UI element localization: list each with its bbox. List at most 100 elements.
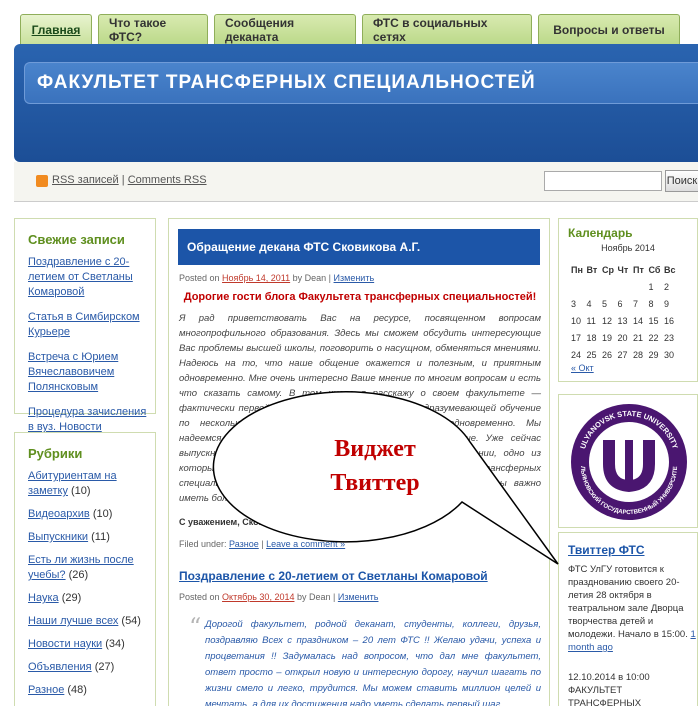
- calendar-week: 3456789: [571, 295, 680, 312]
- calendar-day: 11: [586, 315, 596, 326]
- search-button[interactable]: Поиск: [665, 170, 698, 192]
- post-date-link[interactable]: Ноябрь 14, 2011: [222, 273, 290, 283]
- recent-post-link[interactable]: Статья в Симбирском Курьере: [28, 310, 155, 340]
- categories-widget: Рубрики Абитуриентам на заметку (10) Виде…: [14, 432, 156, 706]
- calendar-weekdays: Пн Вт Ср Чт Пт Сб Вс: [571, 261, 680, 278]
- post-title-box: Обращение декана ФТС Сковикова А.Г.: [178, 229, 540, 265]
- calendar-week: 10 11 12 13 14 15 16: [571, 312, 680, 329]
- top-nav: Главная Что такое ФТС? Сообщения деканат…: [20, 14, 680, 44]
- site-header: ФАКУЛЬТЕТ ТРАНСФЕРНЫХ СПЕЦИАЛЬНОСТЕЙ: [14, 44, 698, 162]
- category-count: (34): [105, 638, 125, 650]
- tab-home[interactable]: Главная: [20, 14, 92, 44]
- tab-faq[interactable]: Вопросы и ответы: [538, 14, 680, 44]
- category-count: (54): [121, 615, 141, 627]
- calendar-day: 16: [664, 315, 675, 326]
- weekday-label: Чт: [617, 264, 629, 275]
- tweet: 12.10.2014 в 10:00 ФАКУЛЬТЕТ ТРАНСФЕРНЫХ: [568, 672, 650, 706]
- tweet-text: ФТС УлГУ готовится к празднованию своего…: [568, 564, 688, 640]
- categories-list: Абитуриентам на заметку (10) Видеоархив (…: [15, 461, 155, 706]
- category-link[interactable]: Объявления: [28, 661, 92, 673]
- category-count: (10): [92, 508, 113, 520]
- category-link[interactable]: Разное: [28, 684, 64, 696]
- category-item: Наши лучше всех (54): [28, 614, 155, 629]
- calendar-grid: Пн Вт Ср Чт Пт Сб Вс 1 2 3 4 5 6 7 8 9 10 11 12 13 14 15 16 17 1…: [571, 261, 680, 363]
- categories-title: Рубрики: [28, 446, 83, 461]
- category-link[interactable]: Разное: [229, 539, 259, 549]
- weekday-label: Ср: [602, 264, 614, 275]
- calendar-day: 13: [617, 315, 628, 326]
- calendar-day: 27: [617, 349, 628, 360]
- rss-bar: RSS записей | Comments RSS Поиск: [14, 162, 698, 202]
- post2-title[interactable]: Поздравление с 20-летием от Светланы Ком…: [179, 569, 488, 583]
- weekday-label: Вт: [586, 264, 598, 275]
- calendar-title: Календарь: [568, 226, 633, 240]
- tab-what-is-fts[interactable]: Что такое ФТС?: [98, 14, 208, 44]
- category-count: (10): [71, 485, 91, 497]
- edit-link[interactable]: Изменить: [338, 592, 379, 602]
- calendar-day: 24: [571, 349, 582, 360]
- rss-icon[interactable]: [36, 175, 48, 187]
- calendar-prev-link[interactable]: « Окт: [571, 363, 594, 373]
- calendar-month: Ноябрь 2014: [601, 243, 655, 253]
- calendar-day: 12: [602, 315, 613, 326]
- twitter-title[interactable]: Твиттер ФТС: [568, 543, 645, 557]
- calendar-day: 6: [617, 298, 623, 309]
- calendar-day: 3: [571, 298, 577, 309]
- calendar-day: 5: [602, 298, 608, 309]
- post-filed-under: Filed under: Разное | Leave a comment »: [179, 539, 345, 549]
- site-title[interactable]: ФАКУЛЬТЕТ ТРАНСФЕРНЫХ СПЕЦИАЛЬНОСТЕЙ: [37, 72, 536, 94]
- rss-links: RSS записей | Comments RSS: [52, 174, 207, 186]
- tab-social[interactable]: ФТС в социальных сетях: [362, 14, 532, 44]
- calendar-day: 29: [648, 349, 659, 360]
- category-link[interactable]: Выпускники: [28, 531, 88, 543]
- calendar-day: 30: [664, 349, 675, 360]
- calendar-week: 17 18 19 20 21 22 23: [571, 329, 680, 346]
- category-item: Видеоархив (10): [28, 507, 155, 522]
- weekday-label: Вс: [664, 264, 676, 275]
- tab-dean-messages[interactable]: Сообщения деканата: [214, 14, 356, 44]
- category-link[interactable]: Наши лучше всех: [28, 615, 118, 627]
- calendar-day: 14: [633, 315, 644, 326]
- calendar-day: 20: [617, 332, 628, 343]
- calendar-day: 1: [648, 281, 654, 292]
- category-link[interactable]: Новости науки: [28, 638, 102, 650]
- callout-line-1: Виджет: [334, 436, 416, 462]
- category-item: Разное (48): [28, 683, 155, 698]
- callout-text: Виджет Твиттер: [290, 432, 460, 500]
- category-item: Выпускники (11): [28, 530, 155, 545]
- rss-separator: |: [118, 174, 128, 186]
- posted-on-label: Posted on: [179, 273, 220, 283]
- post2-meta: Posted on Октябрь 30, 2014 by Dean | Изм…: [179, 592, 378, 602]
- edit-link[interactable]: Изменить: [334, 273, 375, 283]
- leave-comment-link[interactable]: Leave a comment »: [266, 539, 345, 549]
- recent-post-link[interactable]: Поздравление с 20-летием от Светланы Ком…: [28, 255, 155, 300]
- calendar-week: 24 25 26 27 28 29 30: [571, 346, 680, 363]
- post-title[interactable]: Обращение декана ФТС Сковикова А.Г.: [187, 240, 420, 254]
- post-author: by Dean |: [292, 273, 332, 283]
- university-logo-icon: ULYANOVSK STATE UNIVERSITY УЛЬЯНОВСКИЙ Г…: [569, 400, 687, 520]
- calendar-day: 7: [633, 298, 639, 309]
- calendar-day: 8: [648, 298, 654, 309]
- rss-entries-link[interactable]: RSS записей: [52, 174, 119, 186]
- calendar-day: 19: [602, 332, 613, 343]
- post2-date-link[interactable]: Октябрь 30, 2014: [222, 592, 294, 602]
- weekday-label: Сб: [648, 264, 661, 275]
- post-heading: Дорогие гости блога Факультета трансферн…: [183, 291, 537, 303]
- posted-on-label: Posted on: [179, 592, 220, 602]
- post-meta: Posted on Ноябрь 14, 2011 by Dean | Изме…: [179, 273, 374, 283]
- search-input[interactable]: [544, 171, 662, 191]
- recent-posts-widget: Свежие записи Поздравление с 20-летием о…: [14, 218, 156, 463]
- category-count: (48): [67, 684, 87, 696]
- filed-separator: |: [258, 539, 267, 549]
- category-link[interactable]: Видеоархив: [28, 508, 90, 520]
- category-link[interactable]: Наука: [28, 592, 59, 604]
- recent-post-link[interactable]: Встреча с Юрием Вячеславовичем Полянсков…: [28, 350, 155, 395]
- calendar-widget: Календарь Ноябрь 2014 Пн Вт Ср Чт Пт Сб Вс 1 2 3 4…: [558, 218, 698, 382]
- comments-rss-link[interactable]: Comments RSS: [128, 174, 207, 186]
- callout-line-2: Твиттер: [330, 470, 420, 496]
- calendar-day: 22: [648, 332, 659, 343]
- category-count: (26): [68, 569, 89, 581]
- recent-posts-title: Свежие записи: [28, 232, 125, 247]
- university-logo-box: ULYANOVSK STATE UNIVERSITY УЛЬЯНОВСКИЙ Г…: [558, 394, 698, 528]
- calendar-day: 15: [648, 315, 659, 326]
